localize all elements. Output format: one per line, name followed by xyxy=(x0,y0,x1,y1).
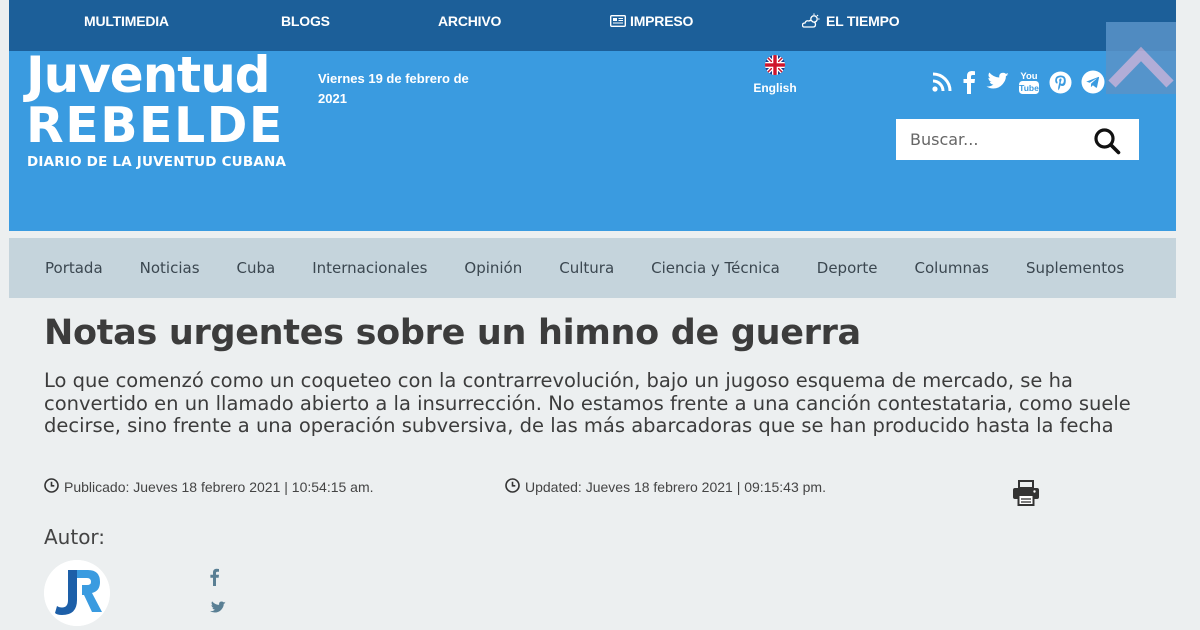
nav-item-deporte[interactable]: Deporte xyxy=(817,259,878,277)
language-switch[interactable]: English xyxy=(749,55,801,95)
topnav-label: IMPRESO xyxy=(630,13,694,29)
weather-icon xyxy=(802,13,822,29)
published-date: Publicado: Jueves 18 febrero 2021 | 10:5… xyxy=(44,478,374,496)
updated-date: Updated: Jueves 18 febrero 2021 | 09:15:… xyxy=(505,478,826,496)
clock-icon xyxy=(505,478,520,496)
topnav-multimedia[interactable]: MULTIMEDIA xyxy=(84,12,169,30)
topnav-label: ARCHIVO xyxy=(438,13,502,29)
nav-item-cultura[interactable]: Cultura xyxy=(559,259,614,277)
scroll-to-top-button[interactable] xyxy=(1106,22,1176,94)
rss-icon[interactable] xyxy=(931,71,953,97)
topnav-blogs[interactable]: BLOGS xyxy=(281,12,330,30)
topnav-archivo[interactable]: ARCHIVO xyxy=(438,12,501,30)
logo-juventud[interactable]: Juventud xyxy=(26,47,271,103)
top-bar: MULTIMEDIA BLOGS ARCHIVO IMPRESO EL TIEM… xyxy=(9,0,1176,51)
published-text: Publicado: Jueves 18 febrero 2021 | 10:5… xyxy=(64,479,374,495)
topnav-label: MULTIMEDIA xyxy=(84,13,169,29)
twitter-share-icon[interactable] xyxy=(209,600,226,619)
nav-item-opinion[interactable]: Opinión xyxy=(464,259,522,277)
search-input[interactable] xyxy=(896,119,1086,160)
article-title: Notas urgentes sobre un himno de guerra xyxy=(44,313,861,353)
logo-tagline: DIARIO DE LA JUVENTUD CUBANA xyxy=(27,154,287,170)
youtube-icon[interactable]: You Tube xyxy=(1018,69,1040,99)
nav-item-noticias[interactable]: Noticias xyxy=(140,259,200,277)
nav-item-suplementos[interactable]: Suplementos xyxy=(1026,259,1124,277)
topnav-label: BLOGS xyxy=(281,13,330,29)
nav-item-ciencia-tecnica[interactable]: Ciencia y Técnica xyxy=(651,259,780,277)
site-header: Juventud REBELDE DIARIO DE LA JUVENTUD C… xyxy=(9,47,1176,231)
newspaper-icon xyxy=(610,15,626,27)
main-nav: Portada Noticias Cuba Internacionales Op… xyxy=(9,238,1176,298)
facebook-share-icon[interactable] xyxy=(209,568,220,590)
chevron-up-icon xyxy=(1106,46,1176,98)
uk-flag-icon xyxy=(765,55,785,75)
telegram-icon[interactable] xyxy=(1081,70,1105,98)
logo-rebelde[interactable]: REBELDE xyxy=(26,99,284,153)
current-date: Viernes 19 de febrero de 2021 xyxy=(318,71,469,106)
topnav-el-tiempo[interactable]: EL TIEMPO xyxy=(802,12,900,30)
clock-icon xyxy=(44,478,59,496)
topnav-impreso[interactable]: IMPRESO xyxy=(610,12,693,30)
jr-logo-icon xyxy=(44,560,110,626)
language-label: English xyxy=(753,81,797,95)
nav-item-internacionales[interactable]: Internacionales xyxy=(312,259,427,277)
author-label: Autor: xyxy=(44,525,106,549)
nav-item-cuba[interactable]: Cuba xyxy=(237,259,276,277)
author-avatar[interactable] xyxy=(44,560,110,626)
svg-text:Tube: Tube xyxy=(1019,83,1039,93)
pinterest-icon[interactable] xyxy=(1049,71,1072,98)
social-links: You Tube xyxy=(931,69,1105,99)
twitter-icon[interactable] xyxy=(985,72,1009,96)
nav-item-columnas[interactable]: Columnas xyxy=(915,259,989,277)
article-lead: Lo que comenzó como un coqueteo con la c… xyxy=(44,369,1131,437)
topnav-label: EL TIEMPO xyxy=(826,13,900,29)
svg-text:You: You xyxy=(1020,71,1037,82)
search-box xyxy=(896,119,1139,160)
print-icon[interactable] xyxy=(1012,480,1040,510)
updated-text: Updated: Jueves 18 febrero 2021 | 09:15:… xyxy=(525,479,826,495)
search-icon[interactable] xyxy=(1093,127,1121,159)
nav-item-portada[interactable]: Portada xyxy=(45,259,103,277)
facebook-icon[interactable] xyxy=(962,70,976,98)
